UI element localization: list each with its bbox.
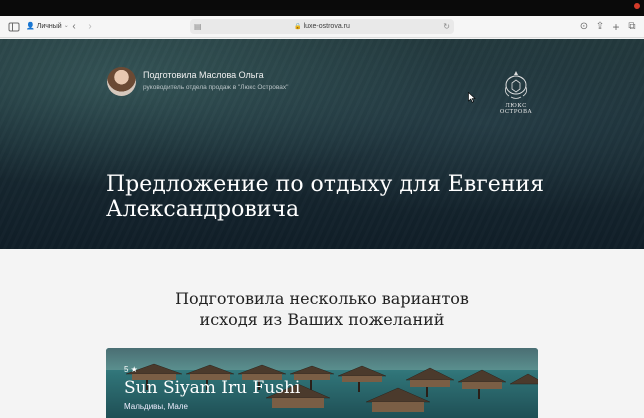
avatar [107, 67, 136, 96]
subtitle-line-2: исходя из Ваших пожеланий [199, 310, 445, 329]
notification-dot [634, 3, 640, 9]
hero-section: Подготовила Маслова Ольга руководитель о… [0, 39, 644, 249]
brand-logo[interactable]: ЛЮКС ОСТРОВА [491, 69, 541, 115]
section-subtitle: Подготовила несколько вариантов исходя и… [0, 288, 644, 330]
person-icon: 👤 [26, 23, 35, 30]
lock-icon: 🔒 [294, 24, 302, 30]
prepared-by-role: руководитель отдела продаж в "Люкс Остро… [143, 84, 289, 91]
download-icon[interactable]: ⊙ [578, 21, 590, 33]
hotel-stars: 5 ★ [124, 365, 138, 374]
browser-toolbar: 👤 Личный ⌄ ‹ › ▤ 🔒 luxe-ostrova.ru ↻ ⊙ ⇪ … [0, 16, 644, 38]
page-title: Предложение по отдыху для Евгения Алекса… [106, 172, 544, 222]
hotel-card[interactable]: 5 ★ Sun Siyam Iru Fushi Мальдивы, Мале [106, 348, 538, 418]
reload-icon[interactable]: ↻ [443, 21, 450, 32]
address-bar[interactable]: ▤ 🔒 luxe-ostrova.ru ↻ [190, 19, 454, 34]
profile-label: Личный [36, 23, 62, 30]
url-text: 🔒 luxe-ostrova.ru [294, 23, 350, 30]
mouse-cursor-icon [468, 92, 476, 103]
forward-icon[interactable]: › [84, 21, 96, 33]
sidebar-toggle-icon[interactable] [8, 21, 20, 33]
subtitle-line-1: Подготовила несколько вариантов [175, 289, 469, 308]
tab-overview-icon[interactable]: ⧉ [626, 21, 638, 33]
profile-selector[interactable]: 👤 Личный ⌄ [22, 20, 73, 33]
back-icon[interactable]: ‹ [68, 21, 80, 33]
top-bar [0, 0, 644, 16]
crest-icon [505, 71, 527, 99]
hotel-location: Мальдивы, Мале [124, 402, 188, 411]
share-icon[interactable]: ⇪ [594, 21, 606, 33]
brand-name: ЛЮКС ОСТРОВА [499, 103, 533, 115]
hotel-name: Sun Siyam Iru Fushi [124, 378, 301, 398]
new-tab-icon[interactable]: + [610, 21, 622, 33]
prepared-by-name: Подготовила Маслова Ольга [143, 70, 264, 80]
